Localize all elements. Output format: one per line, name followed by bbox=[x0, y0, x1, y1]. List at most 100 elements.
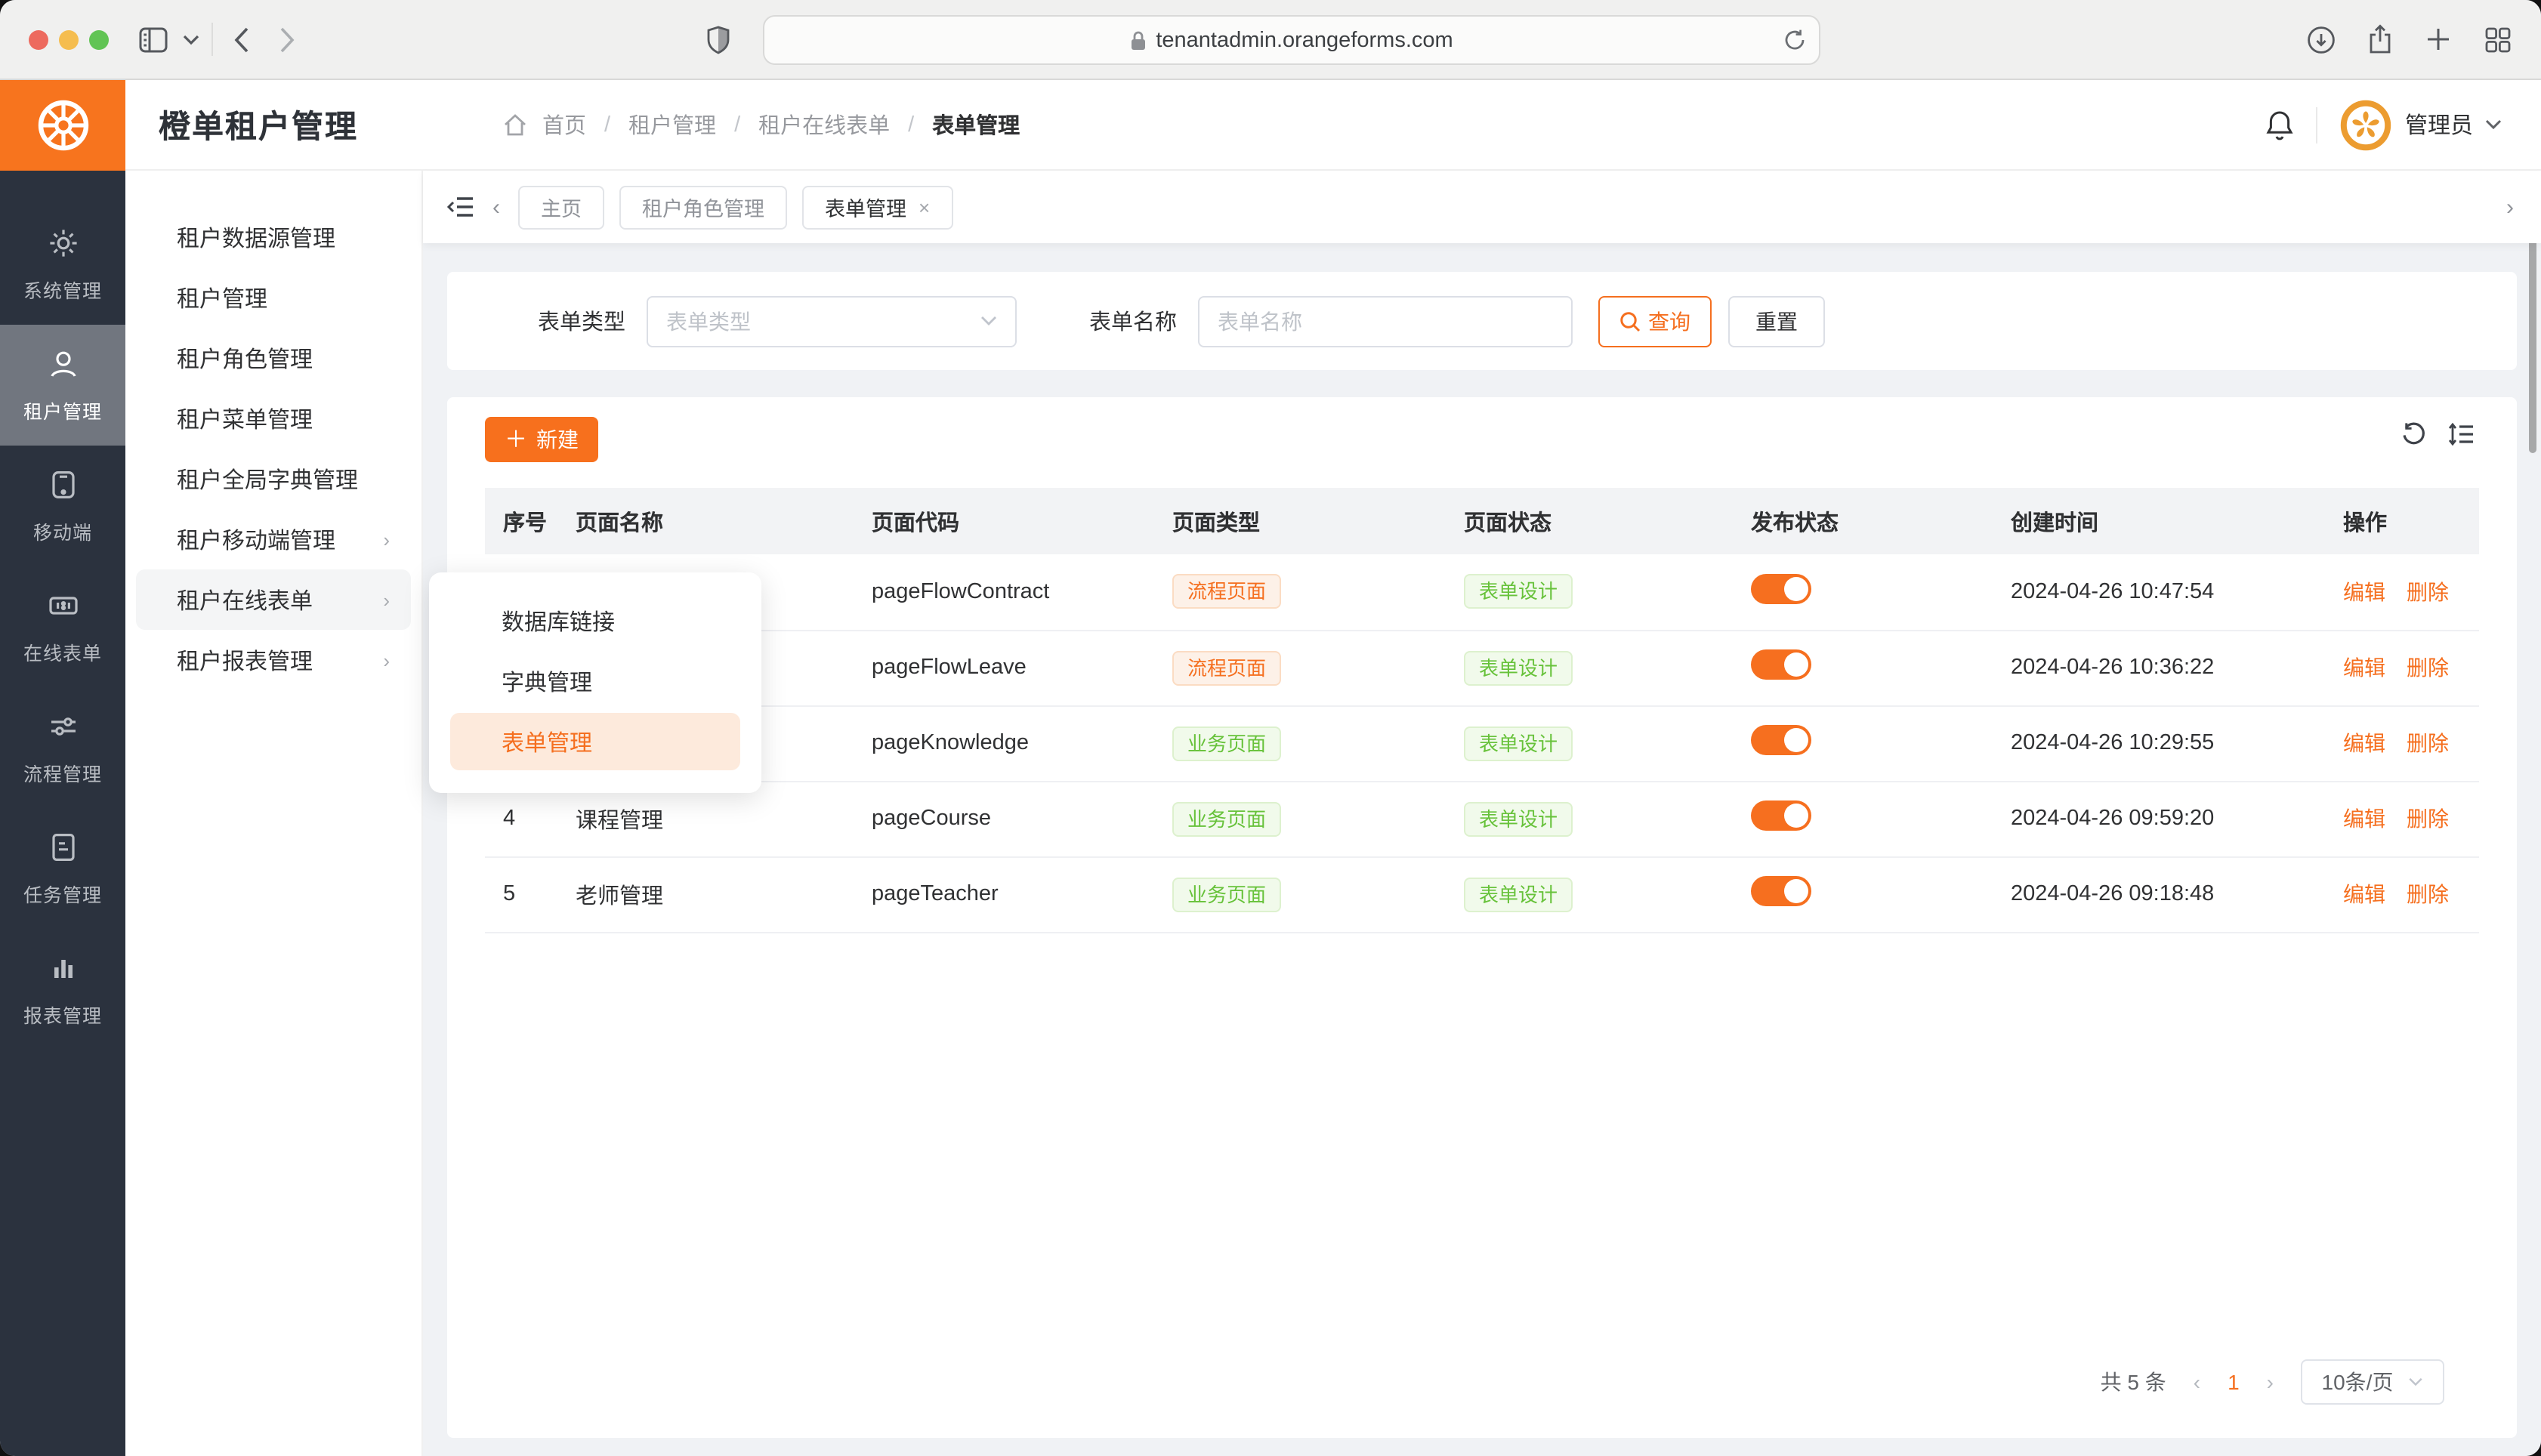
delete-link[interactable]: 删除 bbox=[2407, 807, 2449, 831]
delete-link[interactable]: 删除 bbox=[2407, 882, 2449, 906]
chevron-right-icon: › bbox=[383, 588, 390, 611]
address-bar[interactable]: tenantadmin.orangeforms.com bbox=[763, 15, 1820, 65]
prev-page-icon[interactable]: ‹ bbox=[2194, 1370, 2200, 1394]
tab-overview-icon[interactable] bbox=[2475, 17, 2520, 62]
publish-toggle[interactable] bbox=[1751, 725, 1811, 755]
page-type-tag: 业务页面 bbox=[1172, 877, 1281, 912]
breadcrumb-item[interactable]: 租户管理 bbox=[628, 109, 716, 140]
sidebar-item-global-dict[interactable]: 租户全局字典管理 bbox=[136, 449, 411, 509]
page-type-tag: 流程页面 bbox=[1172, 650, 1281, 685]
pagination: 共 5 条 ‹ 1 › 10条/页 bbox=[2101, 1359, 2444, 1405]
col-page-name: 页面名称 bbox=[557, 488, 854, 554]
table-card: ＋ 新建 bbox=[447, 397, 2517, 1438]
rail-item-tenant[interactable]: 租户管理 bbox=[0, 325, 125, 446]
form-type-select[interactable]: 表单类型 bbox=[647, 295, 1017, 347]
plus-icon: ＋ bbox=[505, 428, 527, 451]
toolbar-divider bbox=[211, 23, 213, 56]
privacy-shield-icon[interactable] bbox=[707, 25, 730, 54]
page-status-tag: 表单设计 bbox=[1464, 801, 1573, 836]
rail-item-mobile[interactable]: 移动端 bbox=[0, 446, 125, 566]
edit-link[interactable]: 编辑 bbox=[2343, 807, 2385, 831]
close-window-button[interactable] bbox=[29, 29, 48, 49]
form-name-label: 表单名称 bbox=[1089, 305, 1177, 337]
publish-toggle[interactable] bbox=[1751, 876, 1811, 906]
form-name-input[interactable] bbox=[1198, 295, 1573, 347]
reset-button[interactable]: 重置 bbox=[1728, 295, 1825, 347]
delete-link[interactable]: 删除 bbox=[2407, 580, 2449, 604]
breadcrumb-item[interactable]: 租户在线表单 bbox=[758, 109, 890, 140]
tabs-scroll-left-icon[interactable]: ‹ bbox=[492, 194, 500, 220]
collapse-menu-icon[interactable] bbox=[447, 195, 474, 219]
reload-icon[interactable] bbox=[1784, 29, 1805, 51]
page-size-select[interactable]: 10条/页 bbox=[2301, 1359, 2444, 1405]
table-header-row: 序号 页面名称 页面代码 页面类型 页面状态 发布状态 创建时间 操作 bbox=[485, 488, 2479, 554]
app-logo[interactable] bbox=[0, 79, 125, 170]
filter-panel: 表单类型 表单类型 表单名称 查询 重置 bbox=[447, 272, 2517, 370]
page-status-tag: 表单设计 bbox=[1464, 877, 1573, 912]
rail-item-online-form[interactable]: 在线表单 bbox=[0, 566, 125, 687]
downloads-icon[interactable] bbox=[2298, 17, 2343, 62]
sidebar-item-roles[interactable]: 租户角色管理 bbox=[136, 328, 411, 388]
breadcrumb-item[interactable]: 首页 bbox=[542, 109, 586, 140]
user-icon bbox=[45, 346, 81, 382]
form-type-label: 表单类型 bbox=[538, 305, 625, 337]
sidebar-item-report-mgmt[interactable]: 租户报表管理› bbox=[136, 630, 411, 690]
col-page-status: 页面状态 bbox=[1446, 488, 1733, 554]
breadcrumb-current: 表单管理 bbox=[932, 109, 1020, 140]
tab-home[interactable]: 主页 bbox=[518, 185, 604, 229]
publish-toggle[interactable] bbox=[1751, 800, 1811, 831]
back-button[interactable] bbox=[219, 17, 264, 62]
rail-item-workflow[interactable]: 流程管理 bbox=[0, 687, 125, 808]
next-page-icon[interactable]: › bbox=[2267, 1370, 2274, 1394]
rail-item-system[interactable]: 系统管理 bbox=[0, 204, 125, 325]
window-controls bbox=[29, 29, 109, 49]
close-tab-icon[interactable]: × bbox=[919, 196, 930, 218]
header-divider bbox=[2316, 106, 2317, 143]
avatar bbox=[2339, 97, 2393, 152]
tab-form-management[interactable]: 表单管理 × bbox=[802, 185, 952, 229]
page-status-tag: 表单设计 bbox=[1464, 575, 1573, 609]
flyout-item-dictionary[interactable]: 字典管理 bbox=[450, 652, 740, 710]
minimize-window-button[interactable] bbox=[59, 29, 79, 49]
sidebar-toggle-icon[interactable] bbox=[130, 17, 175, 62]
tabs-scroll-right-icon[interactable]: › bbox=[2506, 194, 2514, 220]
forward-button[interactable] bbox=[264, 17, 310, 62]
col-actions: 操作 bbox=[2325, 488, 2479, 554]
rail-item-tasks[interactable]: 任务管理 bbox=[0, 808, 125, 929]
current-page[interactable]: 1 bbox=[2228, 1370, 2240, 1394]
row-density-icon[interactable] bbox=[2447, 421, 2475, 447]
sidebar-item-menus[interactable]: 租户菜单管理 bbox=[136, 388, 411, 449]
sidebar-item-tenant[interactable]: 租户管理 bbox=[136, 267, 411, 328]
zoom-window-button[interactable] bbox=[89, 29, 109, 49]
total-count: 共 5 条 bbox=[2101, 1367, 2166, 1397]
publish-toggle[interactable] bbox=[1751, 574, 1811, 604]
sidebar-chevron-icon[interactable] bbox=[175, 17, 205, 62]
tab-tenant-roles[interactable]: 租户角色管理 bbox=[619, 185, 787, 229]
edit-link[interactable]: 编辑 bbox=[2343, 580, 2385, 604]
user-menu[interactable]: 管理员 bbox=[2339, 97, 2502, 152]
delete-link[interactable]: 删除 bbox=[2407, 656, 2449, 680]
delete-link[interactable]: 删除 bbox=[2407, 731, 2449, 755]
search-button[interactable]: 查询 bbox=[1598, 295, 1712, 347]
online-forms-flyout-menu: 数据库链接 字典管理 表单管理 bbox=[429, 572, 761, 793]
edit-link[interactable]: 编辑 bbox=[2343, 656, 2385, 680]
publish-toggle[interactable] bbox=[1751, 649, 1811, 680]
table-row: pageFlowContract 流程页面 表单设计 2024-04-26 10… bbox=[485, 554, 2479, 630]
page-status-tag: 表单设计 bbox=[1464, 726, 1573, 760]
notification-bell-icon[interactable] bbox=[2265, 108, 2295, 141]
table-row: pageKnowledge 业务页面 表单设计 2024-04-26 10:29… bbox=[485, 705, 2479, 781]
sidebar-item-mobile-mgmt[interactable]: 租户移动端管理› bbox=[136, 509, 411, 569]
rail-item-reports[interactable]: 报表管理 bbox=[0, 929, 125, 1050]
refresh-icon[interactable] bbox=[2401, 421, 2426, 447]
home-icon bbox=[503, 113, 527, 137]
main-content: ‹ 主页 租户角色管理 表单管理 × › 表单类型 表单类型 bbox=[423, 171, 2541, 1456]
create-button[interactable]: ＋ 新建 bbox=[485, 417, 598, 462]
sidebar-item-datasource[interactable]: 租户数据源管理 bbox=[136, 207, 411, 267]
sidebar-item-online-forms[interactable]: 租户在线表单› bbox=[136, 569, 411, 630]
edit-link[interactable]: 编辑 bbox=[2343, 731, 2385, 755]
new-tab-icon[interactable] bbox=[2416, 17, 2461, 62]
flyout-item-form-management[interactable]: 表单管理 bbox=[450, 713, 740, 770]
share-icon[interactable] bbox=[2357, 17, 2402, 62]
flyout-item-database-links[interactable]: 数据库链接 bbox=[450, 592, 740, 649]
edit-link[interactable]: 编辑 bbox=[2343, 882, 2385, 906]
